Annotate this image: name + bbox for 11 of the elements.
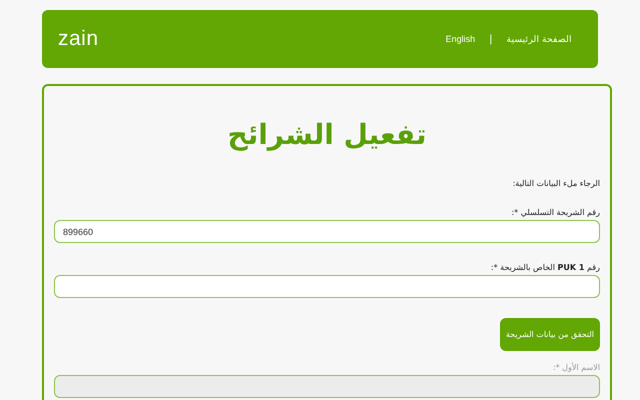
input-field[interactable]	[54, 275, 600, 298]
page-title: تفعيل الشرائح	[226, 118, 428, 151]
field-label: رقم الشريحة التسلسلي *:	[510, 208, 600, 217]
nav-link[interactable]: الصفحة الرئيسية	[506, 34, 572, 44]
input-field[interactable]: 899660	[54, 220, 600, 243]
logo: zain	[58, 27, 99, 51]
verify-button[interactable]: التحقق من بيانات الشريحة	[500, 318, 600, 351]
intro-text: الرجاء ملء البيانات التالية:	[512, 179, 600, 188]
nav-link[interactable]: English	[446, 34, 476, 44]
nav-separator: |	[489, 34, 492, 44]
field-label: الاسم الأول *:	[552, 363, 600, 372]
